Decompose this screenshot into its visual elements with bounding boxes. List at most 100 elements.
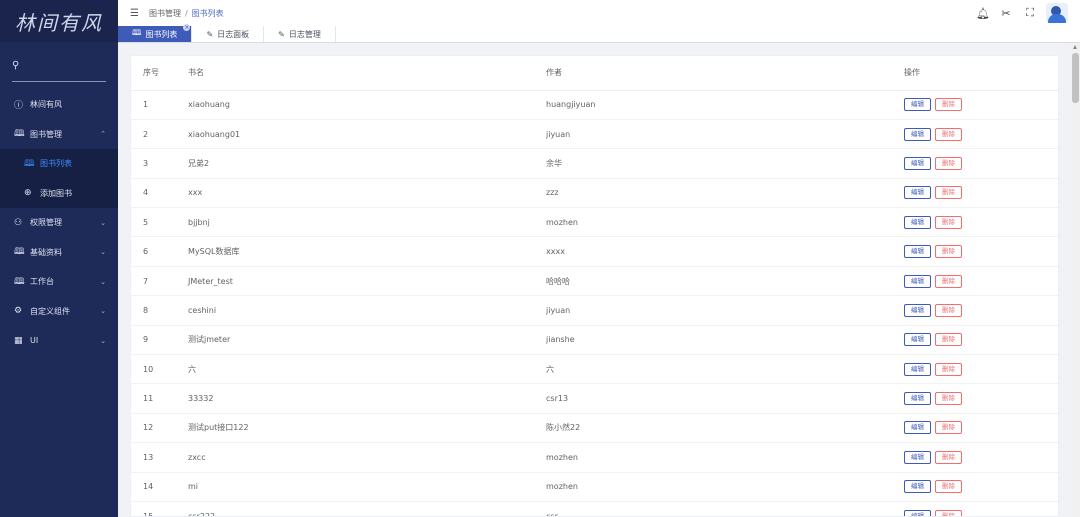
edit-button[interactable]: 编辑 bbox=[904, 274, 931, 288]
sidebar-search[interactable]: ⚲ bbox=[12, 50, 106, 82]
edit-button[interactable]: 编辑 bbox=[904, 480, 931, 494]
edit-button[interactable]: 编辑 bbox=[904, 509, 931, 516]
cell-index: 1 bbox=[131, 90, 188, 120]
delete-button[interactable]: 删除 bbox=[935, 274, 962, 288]
user-lock-icon: ⚇ bbox=[14, 217, 23, 228]
table-row: 14 mi mozhen 编辑 删除 bbox=[131, 472, 1058, 502]
sidebar-item-label: 权限管理 bbox=[30, 218, 62, 228]
delete-button[interactable]: 删除 bbox=[935, 127, 962, 141]
cell-author: mozhen bbox=[546, 442, 904, 473]
delete-button[interactable]: 删除 bbox=[935, 303, 962, 317]
avatar-body bbox=[1048, 14, 1066, 23]
table-row: 11 33332 csr13 编辑 删除 bbox=[131, 383, 1058, 414]
delete-button[interactable]: 删除 bbox=[935, 392, 962, 406]
edit-button[interactable]: 编辑 bbox=[904, 333, 931, 347]
cell-title: bjjbnj bbox=[188, 207, 546, 238]
tab-log-panel[interactable]: ✎ 日志面板 bbox=[192, 26, 265, 42]
cell-title: 测试jmeter bbox=[188, 325, 546, 356]
breadcrumb: 图书管理 / 图书列表 bbox=[149, 8, 224, 19]
edit-button[interactable]: 编辑 bbox=[904, 392, 931, 406]
scrollbar-thumb[interactable] bbox=[1072, 53, 1079, 103]
cell-actions: 编辑 删除 bbox=[904, 413, 1058, 444]
sidebar: 林间有风 ⚲ ⓘ 林间有风 🕮 图书管理 ⌃ 🕮 图书列表 ⊕ 添加图书 ⚇ 权… bbox=[0, 0, 118, 517]
cell-author: xxxx bbox=[546, 236, 904, 267]
search-icon[interactable]: ⚲ bbox=[12, 60, 19, 71]
page-scrollbar[interactable] bbox=[1071, 43, 1080, 517]
sidebar-item-workbench[interactable]: 🕮 工作台 ⌄ bbox=[0, 267, 118, 297]
info-icon: ⓘ bbox=[14, 101, 24, 112]
cell-author: jianshe bbox=[546, 325, 904, 356]
edit-button[interactable]: 编辑 bbox=[904, 98, 931, 112]
sidebar-item-label: 林间有风 bbox=[30, 100, 62, 110]
column-header-author: 作者 bbox=[546, 56, 904, 91]
edit-button[interactable]: 编辑 bbox=[904, 156, 931, 170]
column-header-index: 序号 bbox=[131, 56, 188, 91]
sidebar-item-book-management[interactable]: 🕮 图书管理 ⌃ bbox=[0, 120, 118, 150]
delete-button[interactable]: 删除 bbox=[935, 509, 962, 516]
edit-button[interactable]: 编辑 bbox=[904, 362, 931, 376]
table-row: 12 测试put接口122 陈小然22 编辑 删除 bbox=[131, 413, 1058, 444]
table-row: 6 MySQL数据库 xxxx 编辑 删除 bbox=[131, 236, 1058, 267]
cell-title: 六 bbox=[188, 354, 546, 385]
cell-author: jiyuan bbox=[546, 119, 904, 150]
delete-button[interactable]: 删除 bbox=[935, 421, 962, 435]
edit-button[interactable]: 编辑 bbox=[904, 215, 931, 229]
sidebar-item-basic-data[interactable]: 🕮 基础资料 ⌄ bbox=[0, 238, 118, 268]
close-icon[interactable]: × bbox=[183, 24, 191, 31]
delete-button[interactable]: 删除 bbox=[935, 156, 962, 170]
sidebar-item-permissions[interactable]: ⚇ 权限管理 ⌄ bbox=[0, 208, 118, 238]
scroll-up-arrow-icon[interactable] bbox=[1073, 45, 1077, 49]
sidebar-item-custom-components[interactable]: ⚙ 自定义组件 ⌄ bbox=[0, 297, 118, 327]
sidebar-item-label: 图书管理 bbox=[30, 129, 62, 139]
edit-button[interactable]: 编辑 bbox=[904, 303, 931, 317]
sidebar-item-label: 图书列表 bbox=[40, 159, 72, 169]
sidebar-item-ui[interactable]: ▦ UI ⌄ bbox=[0, 326, 118, 356]
top-header: ☰ 图书管理 / 图书列表 🔔︎ ✂ ⛶ bbox=[118, 0, 1080, 26]
sidebar-item-label: UI bbox=[30, 336, 39, 346]
cell-author: 六 bbox=[546, 354, 904, 385]
bell-icon[interactable]: 🔔︎ bbox=[976, 7, 990, 20]
delete-button[interactable]: 删除 bbox=[935, 480, 962, 494]
table-row: 10 六六编辑 删除 bbox=[131, 354, 1058, 385]
gear-icon: ⚙ bbox=[14, 306, 23, 317]
edit-icon: ✎ bbox=[278, 29, 285, 39]
edit-button[interactable]: 编辑 bbox=[904, 127, 931, 141]
cell-author: mozhen bbox=[546, 472, 904, 502]
logo-text: 林间有风 bbox=[15, 10, 103, 35]
tab-log-management[interactable]: ✎ 日志管理 bbox=[264, 26, 336, 42]
sidebar-item-label: 自定义组件 bbox=[30, 306, 70, 316]
cell-title: xiaohuang01 bbox=[188, 119, 546, 150]
delete-button[interactable]: 删除 bbox=[935, 186, 962, 200]
tab-book-list[interactable]: 🕮 图书列表 × bbox=[118, 24, 193, 42]
delete-button[interactable]: 删除 bbox=[935, 215, 962, 229]
tools-icon[interactable]: ✂ bbox=[1000, 7, 1012, 20]
breadcrumb-item[interactable]: 图书管理 bbox=[149, 9, 181, 18]
avatar[interactable] bbox=[1046, 3, 1068, 23]
cell-actions: 编辑 删除 bbox=[904, 178, 1058, 209]
chevron-down-icon: ⌄ bbox=[100, 336, 106, 345]
cell-author: 余华 bbox=[546, 148, 904, 179]
cell-author: mozhen bbox=[546, 207, 904, 238]
sidebar-item-label: 添加图书 bbox=[40, 188, 72, 198]
edit-button[interactable]: 编辑 bbox=[904, 245, 931, 259]
book-icon: 🕮 bbox=[132, 28, 142, 37]
delete-button[interactable]: 删除 bbox=[935, 333, 962, 347]
sidebar-menu: ⓘ 林间有风 🕮 图书管理 ⌃ 🕮 图书列表 ⊕ 添加图书 ⚇ 权限管理 ⌄ 🕮… bbox=[0, 90, 118, 356]
delete-button[interactable]: 删除 bbox=[935, 450, 962, 464]
sidebar-item-add-book[interactable]: ⊕ 添加图书 bbox=[0, 179, 118, 209]
book-icon: 🕮 bbox=[14, 129, 25, 140]
delete-button[interactable]: 删除 bbox=[935, 362, 962, 376]
hamburger-icon[interactable]: ☰ bbox=[130, 8, 139, 19]
delete-button[interactable]: 删除 bbox=[935, 245, 962, 259]
cell-actions: 编辑 删除 bbox=[904, 236, 1058, 267]
edit-button[interactable]: 编辑 bbox=[904, 450, 931, 464]
edit-button[interactable]: 编辑 bbox=[904, 186, 931, 200]
edit-button[interactable]: 编辑 bbox=[904, 421, 931, 435]
cell-index: 15 bbox=[131, 501, 188, 516]
sidebar-item-book-list[interactable]: 🕮 图书列表 bbox=[0, 149, 118, 179]
cell-title: 兄弟2 bbox=[188, 148, 546, 179]
cell-title: csr222 bbox=[188, 501, 546, 516]
fullscreen-icon[interactable]: ⛶ bbox=[1024, 6, 1036, 20]
sidebar-item-linjianyoufeng[interactable]: ⓘ 林间有风 bbox=[0, 90, 118, 120]
delete-button[interactable]: 删除 bbox=[935, 98, 962, 112]
